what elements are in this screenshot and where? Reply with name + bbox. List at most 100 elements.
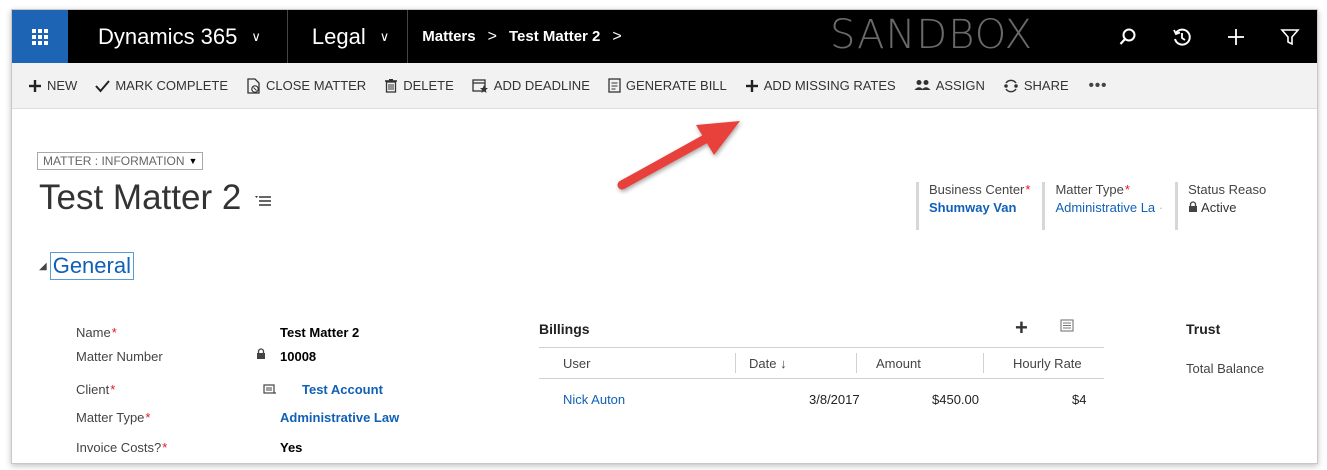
status-reason-text: Active (1201, 200, 1237, 215)
mark-complete-button[interactable]: MARK COMPLETE (95, 78, 228, 93)
billing-date: 3/8/2017 (809, 392, 860, 407)
assign-button[interactable]: ASSIGN (914, 78, 985, 93)
breadcrumb-current[interactable]: Test Matter 2 (509, 28, 600, 45)
share-icon (1004, 79, 1018, 92)
form-selector-label: MATTER : INFORMATION (43, 154, 185, 168)
chevron-right-icon[interactable]: > (612, 28, 621, 46)
top-navigation-bar: Dynamics 365 ∨ Legal ∨ Matters > Test Ma… (12, 10, 1317, 63)
client-link[interactable]: Test Account (302, 382, 383, 397)
collapse-triangle-icon: ◢ (39, 260, 47, 272)
section-general[interactable]: ◢ General (39, 252, 134, 280)
header-field-business-center: Business Center* Shumway Van (916, 182, 1030, 230)
annotation-arrow (617, 121, 740, 190)
header-field-matter-type: Matter Type* Administrative La · (1042, 182, 1163, 230)
grid-view-icon[interactable] (1060, 319, 1074, 332)
generate-bill-button[interactable]: GENERATE BILL (608, 78, 727, 93)
share-button[interactable]: SHARE (1003, 78, 1069, 94)
header-field-label: Matter Type (1055, 182, 1124, 197)
new-button-label: NEW (47, 78, 78, 93)
name-field[interactable]: Test Matter 2 (280, 325, 359, 340)
required-indicator: * (1025, 182, 1031, 197)
add-deadline-button[interactable]: ADD DEADLINE (472, 78, 590, 94)
environment-watermark: SANDBOX (830, 12, 1034, 58)
new-button[interactable]: NEW (28, 78, 77, 93)
business-center-link[interactable]: Shumway Van (929, 200, 1030, 215)
required-indicator: * (111, 325, 117, 340)
delete-button[interactable]: DELETE (384, 78, 454, 93)
field-label-matter-number: Matter Number (76, 349, 163, 364)
delete-label: DELETE (403, 78, 454, 93)
field-label-name: Name* (76, 325, 117, 340)
matter-type-field-link[interactable]: Administrative Law (280, 410, 399, 425)
total-balance-label: Total Balance (1186, 361, 1265, 376)
account-icon (263, 384, 276, 394)
plus-icon (29, 79, 41, 92)
search-icon[interactable] (1101, 28, 1155, 46)
form-selector[interactable]: MATTER : INFORMATION ▼ (37, 152, 204, 170)
more-icon: ••• (1088, 77, 1108, 94)
add-billing-button[interactable]: + (1015, 315, 1028, 341)
breadcrumb-matters[interactable]: Matters (422, 28, 475, 45)
add-deadline-label: ADD DEADLINE (493, 78, 590, 93)
section-title: General (49, 252, 134, 280)
required-indicator: * (145, 410, 151, 425)
close-matter-button[interactable]: CLOSE MATTER (246, 77, 367, 94)
filter-icon[interactable] (1263, 27, 1317, 47)
command-bar: NEW MARK COMPLETE CLOSE MATTER DELETE AD… (12, 63, 1317, 109)
invoice-costs-field[interactable]: Yes (280, 440, 302, 455)
app-launcher-button[interactable] (12, 10, 68, 63)
header-field-label: Status Reaso (1188, 182, 1267, 197)
field-label-client: Client* (76, 382, 116, 397)
chevron-down-icon: ∨ (379, 28, 390, 44)
caret-down-icon: ▼ (188, 156, 198, 166)
check-icon (95, 79, 111, 93)
share-label: SHARE (1023, 78, 1069, 93)
column-amount[interactable]: Amount (876, 356, 921, 371)
header-field-status-reason: Status Reaso Active (1175, 182, 1266, 230)
matter-type-link[interactable]: Administrative La · (1055, 200, 1163, 215)
billing-user-link[interactable]: Nick Auton (563, 392, 625, 407)
calendar-star-icon (472, 78, 488, 93)
close-document-icon (247, 77, 260, 94)
trust-title: Trust (1186, 321, 1221, 337)
bill-icon (608, 78, 621, 93)
chevron-down-icon: ∨ (251, 28, 261, 44)
app-window: Dynamics 365 ∨ Legal ∨ Matters > Test Ma… (11, 9, 1318, 464)
lock-icon (257, 348, 265, 359)
close-matter-label: CLOSE MATTER (266, 78, 367, 93)
waffle-icon (32, 28, 48, 45)
plus-icon (745, 79, 758, 92)
people-icon (914, 79, 931, 90)
nav-icon-group (1101, 10, 1317, 63)
chevron-right-icon: > (487, 27, 497, 45)
mark-complete-label: MARK COMPLETE (115, 78, 229, 93)
status-reason-value: Active (1188, 200, 1266, 215)
matter-number-field: 10008 (280, 349, 317, 364)
matter-type-value: Administrative La (1055, 200, 1156, 215)
column-date[interactable]: Date ↓ (749, 356, 787, 371)
record-menu-icon[interactable] (255, 195, 272, 207)
recent-icon[interactable] (1155, 27, 1209, 47)
lock-icon (1189, 201, 1198, 212)
breadcrumb: Matters > Test Matter 2 > (408, 10, 633, 63)
required-indicator: * (162, 440, 168, 455)
billing-rate: $4 (1072, 392, 1087, 407)
brand-menu[interactable]: Dynamics 365 ∨ (68, 10, 288, 63)
app-menu[interactable]: Legal ∨ (288, 10, 409, 63)
required-indicator: * (110, 382, 116, 397)
brand-label: Dynamics 365 (98, 23, 238, 49)
add-missing-rates-button[interactable]: ADD MISSING RATES (745, 78, 896, 93)
assign-label: ASSIGN (935, 78, 985, 93)
header-field-label: Business Center (929, 182, 1025, 197)
column-user[interactable]: User (563, 356, 590, 371)
column-hourly-rate[interactable]: Hourly Rate (1013, 356, 1082, 371)
generate-bill-label: GENERATE BILL (625, 78, 727, 93)
billings-header-row: User Date ↓ Amount Hourly Rate (539, 347, 1104, 379)
app-label: Legal (311, 23, 366, 49)
field-label-invoice-costs: Invoice Costs?* (76, 440, 168, 455)
new-icon[interactable] (1209, 27, 1263, 47)
billings-title: Billings (539, 321, 590, 337)
header-fields: Business Center* Shumway Van Matter Type… (916, 182, 1278, 230)
more-commands-button[interactable]: ••• (1089, 77, 1108, 94)
billing-amount: $450.00 (932, 392, 979, 407)
